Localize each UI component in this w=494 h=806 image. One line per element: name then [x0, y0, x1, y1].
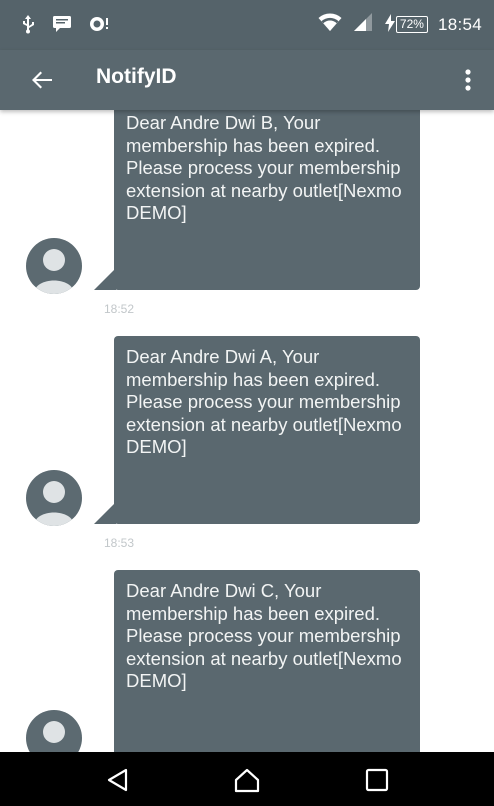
battery-level: 72%: [395, 16, 428, 33]
bubble-tail: [94, 268, 116, 290]
battery-indicator: 72%: [384, 14, 428, 35]
status-bar: 72% 18:54: [0, 0, 494, 50]
back-arrow-icon[interactable]: [26, 64, 58, 96]
recent-apps-icon[interactable]: [364, 767, 390, 793]
chat-icon: [52, 15, 72, 38]
person-icon: [34, 249, 74, 294]
phone-screen: 72% 18:54 NotifyID Dear Andre Dwi B, You…: [0, 0, 494, 806]
usb-icon: [20, 14, 36, 39]
charging-icon: [384, 14, 396, 35]
avatar[interactable]: [26, 470, 82, 526]
alarm-icon: [88, 15, 110, 38]
app-title: NotifyID: [96, 65, 177, 88]
bubble-tail: [94, 502, 116, 524]
message-text: Dear Andre Dwi C, Your membership has be…: [126, 580, 402, 691]
avatar[interactable]: [26, 710, 82, 752]
message-bubble[interactable]: Dear Andre Dwi B, Your membership has be…: [114, 110, 420, 290]
system-indicators: 72% 18:54: [318, 12, 482, 37]
back-triangle-icon[interactable]: [105, 767, 131, 793]
person-icon: [43, 721, 65, 743]
status-time: 18:54: [437, 14, 482, 34]
person-icon: [34, 481, 74, 526]
notification-icons: [20, 14, 110, 39]
message-time: 18:53: [104, 536, 135, 550]
overflow-menu-icon[interactable]: [456, 64, 480, 96]
message-text: Dear Andre Dwi B, Your membership has be…: [126, 112, 402, 223]
message-item: Dear Andre Dwi C, Your membership has be…: [0, 570, 494, 752]
navigation-bar: [0, 752, 494, 806]
avatar[interactable]: [26, 238, 82, 294]
message-time: 18:52: [104, 302, 135, 316]
home-icon[interactable]: [234, 767, 260, 793]
wifi-icon: [318, 12, 342, 37]
message-item: Dear Andre Dwi B, Your membership has be…: [0, 110, 494, 332]
message-bubble[interactable]: Dear Andre Dwi A, Your membership has be…: [114, 336, 420, 524]
message-item: Dear Andre Dwi A, Your membership has be…: [0, 336, 494, 566]
app-bar: NotifyID: [0, 50, 494, 110]
message-text: Dear Andre Dwi A, Your membership has be…: [126, 346, 402, 457]
message-bubble[interactable]: Dear Andre Dwi C, Your membership has be…: [114, 570, 420, 752]
message-thread[interactable]: Dear Andre Dwi B, Your membership has be…: [0, 110, 494, 752]
signal-icon: [352, 12, 374, 37]
